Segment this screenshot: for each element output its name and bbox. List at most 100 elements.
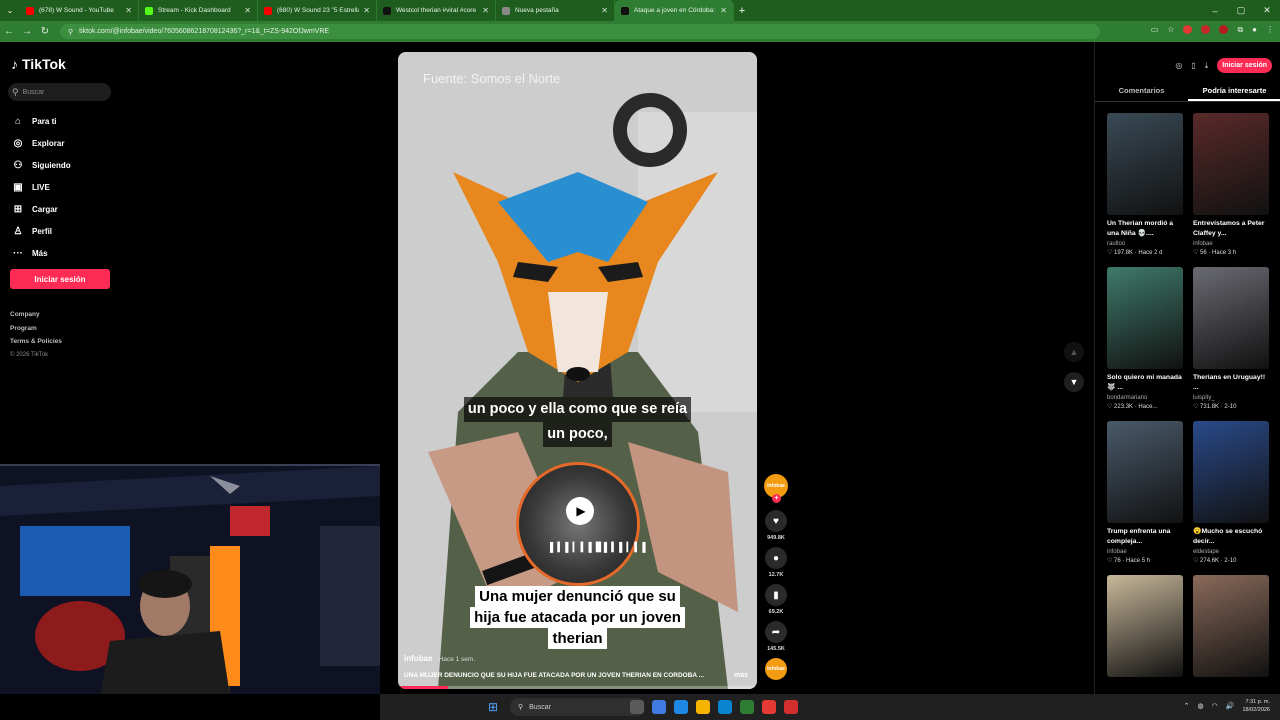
creator-avatar[interactable]: infobae +: [764, 474, 788, 503]
video-thumbnail[interactable]: [1193, 575, 1269, 677]
profile-icon[interactable]: ●: [1252, 25, 1257, 35]
author-name[interactable]: infobae: [404, 654, 432, 663]
volume-icon[interactable]: 🔊: [1226, 702, 1235, 710]
video-player[interactable]: Fuente: Somos el Norte un poco y ella co…: [398, 52, 757, 689]
heart-icon[interactable]: ♥: [765, 510, 787, 532]
card-author[interactable]: bondarmariano: [1107, 395, 1183, 401]
card-author[interactable]: infobae: [1107, 549, 1183, 555]
sidebar-item-live[interactable]: ▣ LIVE: [10, 176, 71, 198]
recommended-video-card[interactable]: [1193, 575, 1269, 677]
browser-tab[interactable]: Nueva pestaña ✕: [496, 0, 615, 21]
tab-recommended[interactable]: Podría interesarte: [1188, 86, 1280, 101]
footer-program-link[interactable]: Program: [10, 322, 62, 336]
url-field[interactable]: ⚲ tiktok.com/@infobae/video/760560862187…: [60, 24, 1100, 39]
footer-terms-link[interactable]: Terms & Policies: [10, 335, 62, 349]
compass-icon[interactable]: ◎: [1175, 61, 1182, 70]
card-title[interactable]: Solo quiero mi manada 🐺 ...: [1107, 373, 1183, 394]
tab-close-icon[interactable]: ✕: [363, 6, 370, 15]
recommended-video-card[interactable]: Solo quiero mi manada 🐺 ... bondarmariano…: [1107, 267, 1183, 417]
chevron-down-icon[interactable]: ▼: [1064, 372, 1084, 392]
video-thumbnail[interactable]: [1193, 267, 1269, 369]
forward-icon[interactable]: →: [18, 26, 36, 37]
recommended-video-card[interactable]: Therians en Uruguay!! ... luispity_ ♡ 731.…: [1193, 267, 1269, 417]
share-action[interactable]: ➦ 145.5K: [763, 621, 789, 652]
tab-close-icon[interactable]: ✕: [601, 6, 608, 15]
cast-icon[interactable]: ▭: [1151, 25, 1159, 35]
follow-plus-icon[interactable]: +: [772, 494, 781, 503]
sidebar-item-explorar[interactable]: ◎ Explorar: [10, 132, 71, 154]
like-action[interactable]: ♥ 949.8K: [763, 510, 789, 541]
play-button[interactable]: ▶: [566, 497, 594, 525]
card-title[interactable]: Un Therian mordió a una Niña 💀....: [1107, 219, 1183, 240]
browser-tab[interactable]: (680) W Sound 23 "5 Estrellas" ✕: [258, 0, 377, 21]
bookmark-icon[interactable]: ▮: [765, 584, 787, 606]
store-icon[interactable]: [718, 700, 732, 714]
card-author[interactable]: raultoo: [1107, 241, 1183, 247]
edge-icon[interactable]: [674, 700, 688, 714]
recommended-video-card[interactable]: 😮Mucho se escuchó decir... eldestape ♡ 274…: [1193, 421, 1269, 571]
recommended-video-card[interactable]: Entrevistamos a Peter Claffey y... infoba…: [1193, 113, 1269, 263]
comment-action[interactable]: ● 12.7K: [763, 547, 789, 578]
site-info-icon[interactable]: ⚲: [68, 28, 73, 36]
sound-avatar[interactable]: infobae: [765, 658, 787, 680]
clock[interactable]: 7:31 p. m. 18/02/2026: [1242, 698, 1270, 714]
sidebar-item-para-ti[interactable]: ⌂ Para ti: [10, 110, 71, 132]
video-thumbnail[interactable]: [1193, 113, 1269, 215]
recommended-video-card[interactable]: [1107, 575, 1183, 677]
minimize-icon[interactable]: –: [1202, 6, 1228, 16]
panel-login-button[interactable]: Iniciar sesión: [1217, 58, 1272, 73]
app-icon[interactable]: [740, 700, 754, 714]
chrome-icon[interactable]: [762, 700, 776, 714]
video-thumbnail[interactable]: [1107, 575, 1183, 677]
card-title[interactable]: 😮Mucho se escuchó decir...: [1193, 527, 1269, 548]
sidebar-item-siguiendo[interactable]: ⚇ Siguiendo: [10, 154, 71, 176]
video-thumbnail[interactable]: [1107, 113, 1183, 215]
extensions-puzzle-icon[interactable]: ⧉: [1237, 25, 1243, 35]
browser-tab[interactable]: Ataque a joven en Córdoba: De... ✕: [615, 0, 734, 21]
browser-tab[interactable]: Westcol therian #viral #core #... ✕: [377, 0, 496, 21]
sidebar-item-cargar[interactable]: ⊞ Cargar: [10, 198, 71, 220]
sidebar-item-perfil[interactable]: ♙ Perfil: [10, 220, 71, 242]
browser-tab[interactable]: Stream - Kick Dashboard ✕: [139, 0, 258, 21]
wifi-icon[interactable]: ◠: [1212, 702, 1218, 710]
comment-icon[interactable]: ●: [765, 547, 787, 569]
video-thumbnail[interactable]: [1107, 267, 1183, 369]
card-title[interactable]: Trump enfrenta una compleja...: [1107, 527, 1183, 548]
recommended-video-card[interactable]: Un Therian mordió a una Niña 💀.... raulto…: [1107, 113, 1183, 263]
explorer-icon[interactable]: [696, 700, 710, 714]
reload-icon[interactable]: ↻: [36, 26, 54, 37]
extension-icon[interactable]: [1201, 25, 1211, 34]
back-icon[interactable]: ←: [0, 26, 18, 37]
save-action[interactable]: ▮ 69.2K: [763, 584, 789, 615]
extension-icon[interactable]: [1219, 25, 1229, 34]
chevron-up-icon[interactable]: ▲: [1064, 342, 1084, 362]
tiktok-logo[interactable]: ♪ TikTok: [11, 56, 66, 72]
tab-comments[interactable]: Comentarios: [1095, 86, 1188, 101]
search-input[interactable]: ⚲ Buscar: [8, 83, 111, 101]
video-progress-bar[interactable]: [398, 686, 757, 689]
tab-close-icon[interactable]: ✕: [720, 6, 727, 15]
recommended-video-card[interactable]: Trump enfrenta una compleja... infobae ♡ 7…: [1107, 421, 1183, 571]
card-title[interactable]: Therians en Uruguay!! ...: [1193, 373, 1269, 394]
tab-close-icon[interactable]: ✕: [125, 6, 132, 15]
maximize-icon[interactable]: ▢: [1228, 5, 1254, 16]
tab-close-icon[interactable]: ✕: [244, 6, 251, 15]
more-link[interactable]: más: [734, 672, 748, 679]
chevron-up-icon[interactable]: ⌃: [1184, 702, 1190, 710]
start-icon[interactable]: ⊞: [488, 700, 498, 714]
video-author[interactable]: infobae · Hace 1 sem.: [404, 654, 475, 663]
download-icon[interactable]: ⤓: [1205, 61, 1209, 71]
copilot-icon[interactable]: [652, 700, 666, 714]
card-author[interactable]: infobae: [1193, 241, 1269, 247]
close-icon[interactable]: ✕: [1254, 5, 1280, 16]
card-author[interactable]: eldestape: [1193, 549, 1269, 555]
card-title[interactable]: Entrevistamos a Peter Claffey y...: [1193, 219, 1269, 240]
footer-company-link[interactable]: Company: [10, 308, 62, 322]
sidebar-item-más[interactable]: ··· Más: [10, 242, 71, 264]
tab-search-icon[interactable]: ⌄: [0, 6, 20, 15]
tray-app-icon[interactable]: ◍: [1198, 702, 1204, 710]
task-view-icon[interactable]: [630, 700, 644, 714]
tab-close-icon[interactable]: ✕: [482, 6, 489, 15]
extension-icon[interactable]: [1183, 25, 1193, 34]
video-thumbnail[interactable]: [1107, 421, 1183, 523]
